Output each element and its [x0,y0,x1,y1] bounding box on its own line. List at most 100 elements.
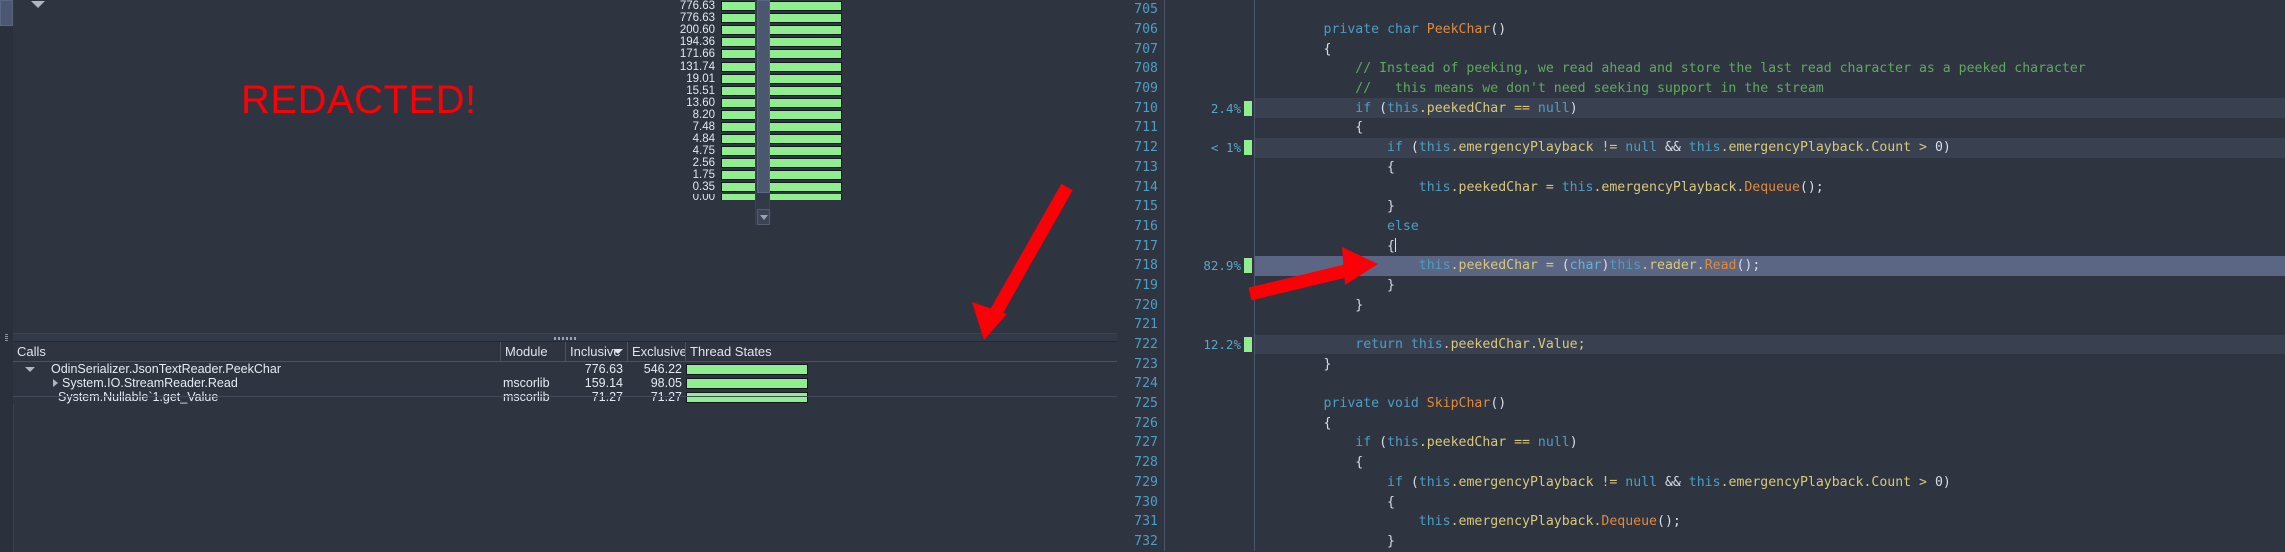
code-line[interactable]: 729 if (this.emergencyPlayback != null &… [1117,472,2285,493]
code-line-profiler-gutter [1164,196,1254,217]
row-expander-right-icon[interactable] [53,379,58,387]
tree-value-row[interactable]: 194.36 [623,36,1053,48]
code-line[interactable]: 710 2.4% if (this.peekedChar == null) [1117,98,2285,119]
tree-value-row[interactable]: 0.35 [623,181,1053,193]
tree-value-row[interactable]: 776.63 [623,0,1053,12]
code-line[interactable]: 728 { [1117,452,2285,473]
scrollbar-thumb[interactable] [0,0,13,26]
column-header-calls[interactable]: Calls [13,342,501,361]
tree-value-number: 194.36 [679,36,715,49]
tree-scrollbar-thumb[interactable] [757,0,770,193]
code-line[interactable]: 718 82.9% this.peekedChar = (char)this.re… [1117,255,2285,276]
calls-table-header: Calls Module Inclusive Exclusive Thread … [13,342,1117,362]
table-row[interactable]: System.IO.StreamReader.Read mscorlib 159.1… [13,376,1117,390]
tree-value-row[interactable]: 15.51 [623,85,1053,97]
tree-thread-state-bar-cell [721,157,846,169]
code-line-number: 732 [1134,533,1158,549]
code-line[interactable]: 725 private void SkipChar() [1117,393,2285,414]
code-line[interactable]: 719 } [1117,275,2285,296]
code-line-source: this.emergencyPlayback.Dequeue(); [1254,511,2285,532]
tree-value-row[interactable]: 8.20 [623,109,1053,121]
column-header-inclusive[interactable]: Inclusive [566,342,628,361]
tree-value-row[interactable]: 1.75 [623,169,1053,181]
tree-expander-caret-down-icon[interactable] [31,1,45,8]
tree-value-row[interactable]: 7.48 [623,121,1053,133]
code-line-text: { [1260,238,1396,255]
splitter-left-grip[interactable] [0,333,13,342]
tree-thread-state-bar-cell [721,36,846,48]
table-row[interactable]: OdinSerializer.JsonTextReader.PeekChar 77… [13,362,1117,376]
tree-thread-state-bar [721,121,842,132]
code-line[interactable]: 723 } [1117,354,2285,375]
tree-list-scrollbar[interactable] [755,0,770,225]
code-line[interactable]: 732 } [1117,531,2285,552]
tree-value-row[interactable]: 131.74 [623,60,1053,73]
code-line[interactable]: 727 if (this.peekedChar == null) [1117,433,2285,453]
code-line-number: 717 [1134,238,1158,254]
code-line-profiler-gutter: 82.9% [1164,255,1254,276]
code-line-text: } [1260,297,1364,313]
gutter-percentage-bar [1244,100,1252,116]
column-header-module[interactable]: Module [501,342,566,361]
cell-exclusive: 98.05 [650,376,682,390]
tree-value-row[interactable]: 776.63 [623,12,1053,24]
tree-value-row[interactable]: 200.60 [623,24,1053,36]
code-line[interactable]: 713 { [1117,157,2285,178]
code-line[interactable]: 712 < 1% if (this.emergencyPlayback != nu… [1117,137,2285,158]
tree-value-number: 0.00 [692,193,715,200]
cell-calls: System.IO.StreamReader.Read [13,376,501,390]
row-expander-down-icon[interactable] [25,366,35,372]
code-line-profiler-gutter [1164,236,1254,256]
code-line[interactable]: 714 this.peekedChar = this.emergencyPlay… [1117,177,2285,197]
code-line-profiler-gutter [1164,354,1254,375]
code-line[interactable]: 707 { [1117,39,2285,60]
code-line[interactable]: 705 [1117,0,2285,20]
tree-thread-state-bar-cell [721,24,846,36]
code-line[interactable]: 709 // this means we don't need seeking … [1117,78,2285,99]
tree-thread-state-bar-cell [721,169,846,181]
tree-value-number: 13.60 [686,96,715,109]
tree-value-row[interactable]: 13.60 [623,97,1053,109]
cell-calls: System.Nullable`1.get_Value [13,390,501,404]
code-line[interactable]: 731 this.emergencyPlayback.Dequeue(); [1117,511,2285,532]
code-line[interactable]: 720 } [1117,295,2285,315]
code-line[interactable]: 708 // Instead of peeking, we read ahead… [1117,59,2285,79]
code-line-source: { [1254,452,2285,473]
code-line[interactable]: 721 [1117,315,2285,335]
call-tree-region[interactable]: REDACTED! 776.63 776.63 200.60 194.36 171.66… [13,0,1117,333]
code-line-profiler-gutter [1164,78,1254,99]
tree-value-row[interactable]: 19.01 [623,73,1053,85]
tree-value-number: 0.35 [692,181,715,194]
code-line[interactable]: 711 { [1117,118,2285,138]
code-line-number: 718 [1134,258,1158,274]
code-line-number: 723 [1134,356,1158,372]
gutter-percentage-label: 2.4% [1210,100,1241,116]
tree-value-row[interactable]: 2.56 [623,157,1053,169]
code-line-number: 710 [1134,100,1158,116]
code-line[interactable]: 715 } [1117,196,2285,217]
source-code-pane[interactable]: 705 706 private char PeekChar() 707 {708 /… [1117,0,2285,552]
tree-value-row[interactable]: 171.66 [623,48,1053,60]
code-line[interactable]: 722 12.2% return this.peekedChar.Value; [1117,334,2285,355]
column-header-exclusive[interactable]: Exclusive [628,342,686,361]
cell-calls: OdinSerializer.JsonTextReader.PeekChar [13,362,501,376]
tree-value-row[interactable]: 0.00 [623,193,1053,200]
code-line[interactable]: 706 private char PeekChar() [1117,19,2285,40]
tree-value-row[interactable]: 4.75 [623,145,1053,157]
table-row[interactable]: System.Nullable`1.get_Value mscorlib 71.27… [13,390,1117,404]
code-line[interactable]: 724 [1117,374,2285,394]
code-line-number: 706 [1134,22,1158,38]
tree-value-row[interactable]: 4.84 [623,133,1053,145]
code-line[interactable]: 716 else [1117,216,2285,237]
column-header-thread-states[interactable]: Thread States [686,342,831,361]
code-line-source: else [1254,216,2285,237]
horizontal-splitter[interactable] [13,333,1117,342]
cell-inclusive: 776.63 [584,362,623,376]
code-line-number: 715 [1134,199,1158,215]
code-line[interactable]: 717 { [1117,236,2285,256]
code-line[interactable]: 730 { [1117,492,2285,512]
code-line-source: // this means we don't need seeking supp… [1254,78,2285,99]
tree-scrollbar-down-button[interactable] [757,209,770,225]
pane-vertical-scrollbar[interactable] [0,0,14,552]
code-line[interactable]: 726 { [1117,413,2285,434]
